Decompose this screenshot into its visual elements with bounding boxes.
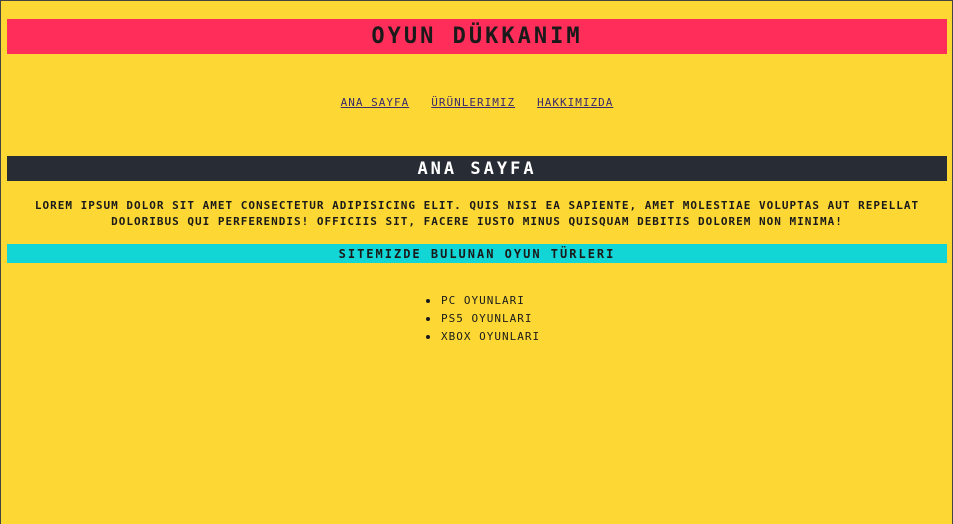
nav-link-products[interactable]: ÜRÜNLERIMIZ	[431, 96, 515, 109]
list-item: PC OYUNLARI	[426, 292, 540, 310]
main-nav: ANA SAYFA ÜRÜNLERIMIZ HAKKIMIZDA	[7, 96, 947, 109]
list-item: PS5 OYUNLARI	[426, 310, 540, 328]
genres-title-bar: SITEMIZDE BULUNAN OYUN TÜRLERI	[7, 244, 947, 263]
bullet-icon	[426, 299, 430, 303]
bullet-icon	[426, 335, 430, 339]
section-title: ANA SAYFA	[417, 158, 537, 179]
section-title-bar: ANA SAYFA	[7, 156, 947, 181]
genre-label: PS5 OYUNLARI	[441, 312, 533, 325]
site-title: OYUN DÜKKANım	[371, 24, 583, 49]
nav-link-about[interactable]: HAKKIMIZDA	[537, 96, 613, 109]
genres-list: PC OYUNLARI PS5 OYUNLARI XBOX OYUNLARI	[426, 292, 540, 346]
intro-paragraph: LOREM IPSUM DOLOR SIT AMET CONSECTETUR A…	[34, 199, 920, 228]
bullet-icon	[426, 317, 430, 321]
list-item: XBOX OYUNLARI	[426, 328, 540, 346]
site-header: OYUN DÜKKANım	[7, 19, 947, 54]
nav-link-home[interactable]: ANA SAYFA	[341, 96, 410, 109]
genres-title: SITEMIZDE BULUNAN OYUN TÜRLERI	[338, 246, 616, 261]
genre-label: PC OYUNLARI	[441, 294, 525, 307]
genre-label: XBOX OYUNLARI	[441, 330, 541, 343]
